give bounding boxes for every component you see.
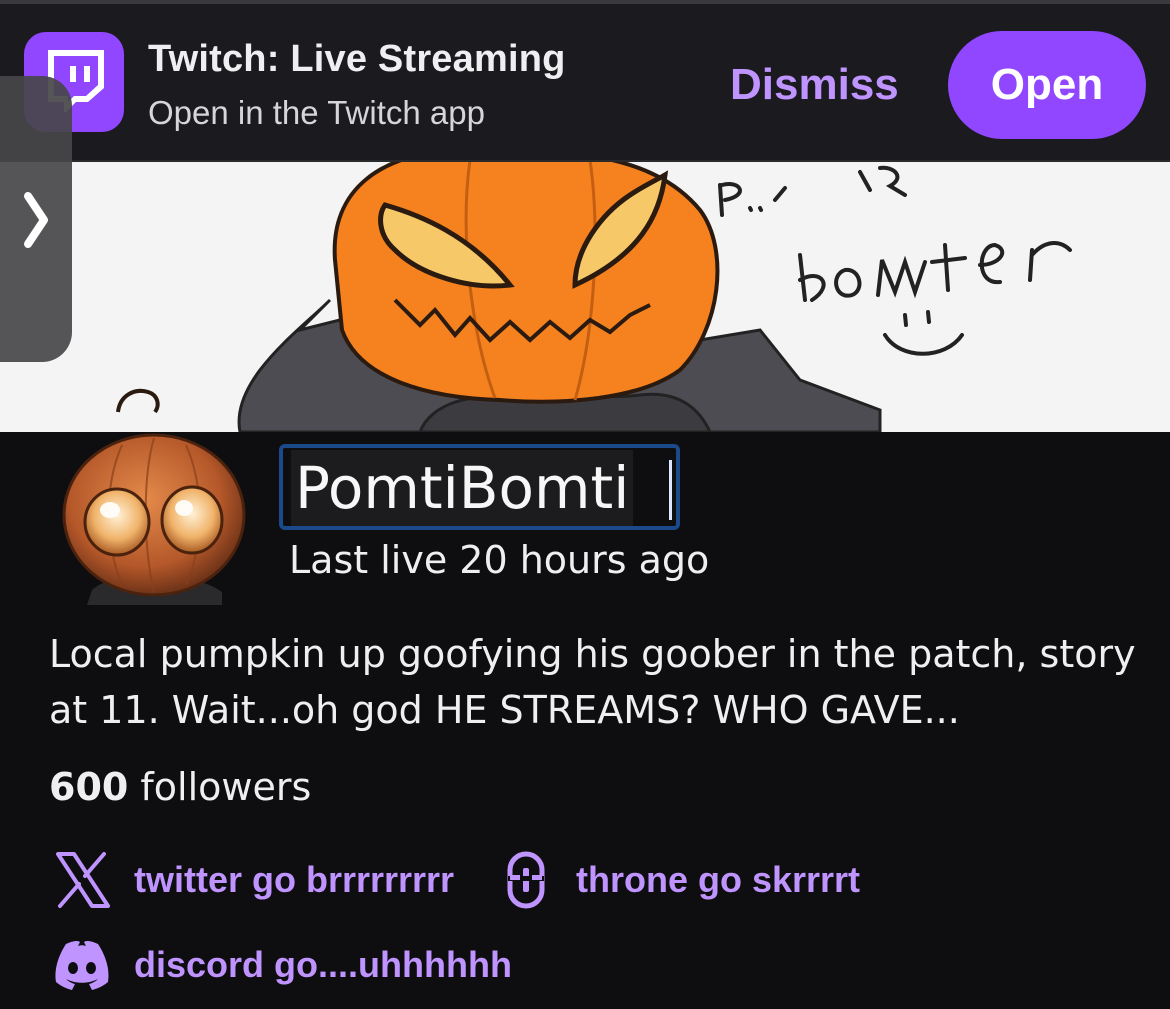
channel-name[interactable]: PomtiBomti <box>291 450 634 526</box>
channel-banner <box>0 160 1170 432</box>
throne-link[interactable]: throne go skrrrrt <box>506 850 860 910</box>
channel-bio: Local pumpkin up goofying his goober in … <box>49 632 1136 732</box>
side-drawer-toggle[interactable] <box>0 76 72 362</box>
twitter-link-label: twitter go brrrrrrrrr <box>134 859 455 900</box>
open-app-button[interactable]: Open <box>948 31 1146 139</box>
discord-icon <box>52 938 112 992</box>
chevron-right-icon <box>24 192 48 248</box>
avatar[interactable] <box>62 420 247 605</box>
last-live-status: Last live 20 hours ago <box>289 538 710 582</box>
discord-link-label: discord go....uhhhhhh <box>134 944 512 985</box>
x-twitter-icon <box>52 850 112 910</box>
banner-illustration <box>0 160 1170 432</box>
followers-count: 600 followers <box>49 765 311 809</box>
open-in-app-banner: Twitch: Live Streaming Open in the Twitc… <box>0 0 1170 160</box>
followers-number: 600 <box>49 765 129 809</box>
dismiss-button[interactable]: Dismiss <box>730 60 899 110</box>
followers-label: followers <box>128 765 312 809</box>
discord-link[interactable]: discord go....uhhhhhh <box>52 938 512 992</box>
text-cursor <box>669 460 672 520</box>
app-banner-title: Twitch: Live Streaming <box>148 38 566 80</box>
twitter-link[interactable]: twitter go brrrrrrrrr <box>52 850 454 910</box>
app-banner-subtitle: Open in the Twitch app <box>148 94 485 131</box>
throne-icon <box>506 850 546 910</box>
channel-name-selection: PomtiBomti <box>279 444 680 530</box>
throne-link-label: throne go skrrrrt <box>576 859 861 900</box>
